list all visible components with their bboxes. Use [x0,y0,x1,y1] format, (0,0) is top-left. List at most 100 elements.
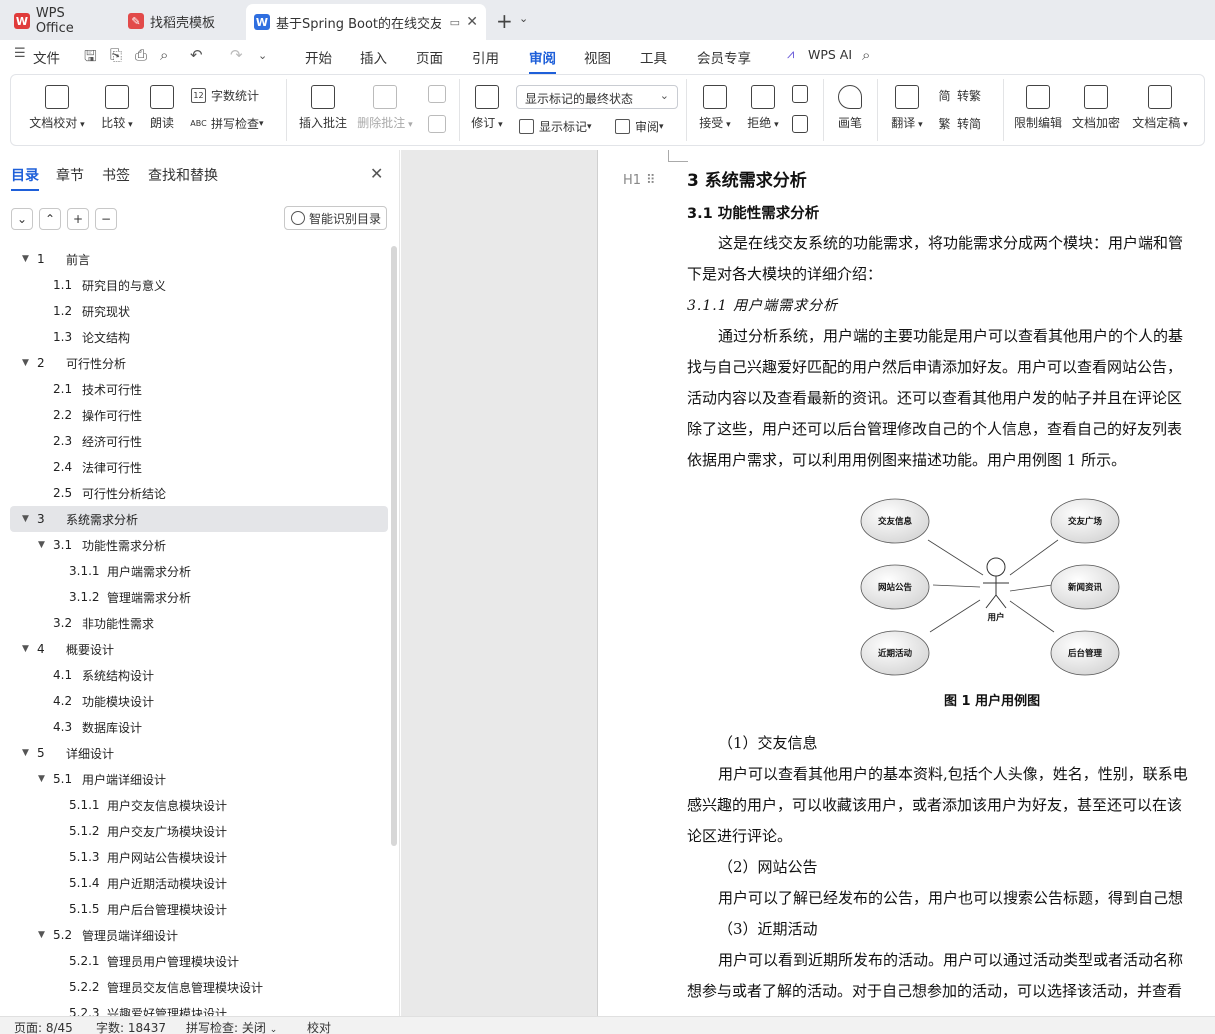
close-icon[interactable]: ✕ [466,14,478,30]
expand-arrow-icon[interactable]: ▼ [22,514,29,524]
revise-button[interactable]: 修订 ▾ [467,85,507,131]
expand-arrow-icon[interactable]: ▼ [38,930,45,940]
toc-item[interactable]: 5.2.1 管理员用户管理模块设计 [10,948,388,974]
toc-item[interactable]: 3.1.2 管理端需求分析 [10,584,388,610]
toc-item[interactable]: 5.1.2 用户交友广场模块设计 [10,818,388,844]
word-count-button[interactable]: 12 字数统计 [191,87,259,104]
encrypt-button[interactable]: 文档加密 [1069,85,1123,131]
read-aloud-button[interactable]: 朗读 [147,85,177,131]
menu-home[interactable]: 开始 [305,47,332,67]
insert-comment-button[interactable]: 插入批注 [297,85,349,131]
search-icon[interactable]: ⌕ [862,46,870,64]
undo-icon[interactable]: ↶ [190,46,203,64]
menu-tools[interactable]: 工具 [640,47,667,67]
expand-arrow-icon[interactable]: ▼ [38,540,45,550]
panel-tab-bookmarks[interactable]: 书签 [102,165,130,185]
share-icon[interactable]: ⎘ [110,46,122,64]
wps-ai-icon[interactable]: ⩘ [787,47,794,62]
toc-item[interactable]: ▼ 5 详细设计 [10,740,388,766]
toc-item[interactable]: 5.1.3 用户网站公告模块设计 [10,844,388,870]
menu-page[interactable]: 页面 [416,47,443,67]
redo-icon[interactable]: ↷ [230,46,243,64]
tab-docer[interactable]: ✎ 找稻壳模板 [120,6,240,36]
accept-button[interactable]: 接受 ▾ [695,85,735,131]
show-markup-button[interactable]: 显示标记 ▾ [519,118,592,135]
save-icon[interactable]: 🖫 [84,46,97,71]
pen-button[interactable]: 画笔 [833,85,867,131]
prev-comment-button[interactable] [425,85,449,108]
next-change-button[interactable] [789,115,811,138]
review-pane-button[interactable]: 审阅 ▾ [615,118,664,135]
toc-item[interactable]: 4.1 系统结构设计 [10,662,388,688]
toc-item[interactable]: 2.5 可行性分析结论 [10,480,388,506]
toc-item[interactable]: 1.2 研究现状 [10,298,388,324]
panel-tab-find-replace[interactable]: 查找和替换 [148,165,218,185]
menu-member[interactable]: 会员专享 [697,47,751,67]
toc-item[interactable]: ▼ 2 可行性分析 [10,350,388,376]
spell-check-button[interactable]: ABC 拼写检查 ▾ [190,115,263,132]
smart-toc-button[interactable]: 智能识别目录 [284,206,387,230]
new-tab-icon[interactable]: + [496,9,513,33]
toc-item[interactable]: 2.2 操作可行性 [10,402,388,428]
print-icon[interactable]: ⎙ [135,46,147,64]
menu-file[interactable]: 文件 [33,47,60,67]
menu-reference[interactable]: 引用 [472,47,499,67]
monitor-icon[interactable]: ▭ [450,16,460,29]
expand-arrow-icon[interactable]: ▼ [22,358,29,368]
expand-arrow-icon[interactable]: ▼ [22,748,29,758]
toc-item[interactable]: 5.1.4 用户近期活动模块设计 [10,870,388,896]
toc-item[interactable]: 5.2.2 管理员交友信息管理模块设计 [10,974,388,1000]
toc-item[interactable]: ▼ 4 概要设计 [10,636,388,662]
panel-tab-sections[interactable]: 章节 [56,165,84,185]
toc-item[interactable]: 2.1 技术可行性 [10,376,388,402]
add-heading-button[interactable]: + [67,208,89,230]
menu-review[interactable]: 审阅 [529,47,556,74]
document-page[interactable]: H1 ⠿ 3 系统需求分析 3.1 功能性需求分析 这是在线交友系统的功能需求，… [597,150,1215,1016]
doc-check-button[interactable]: 文档校对 ▾ [27,85,87,131]
toc-item[interactable]: 3.1.1 用户端需求分析 [10,558,388,584]
use-case-diagram[interactable]: 交友信息 交友广场 网站公告 新闻资讯 近期活动 后台管理 用户 [858,495,1123,685]
chevron-down-icon[interactable]: ⌄ [519,12,528,25]
panel-tab-toc[interactable]: 目录 [11,165,39,191]
drag-handle-icon[interactable]: ⠿ [646,173,656,188]
expand-arrow-icon[interactable]: ▼ [22,644,29,654]
to-traditional-button[interactable]: 简 转繁 [937,87,981,104]
delete-comment-button[interactable]: 删除批注 ▾ [357,85,413,131]
heading-level-marker[interactable]: H1 [623,173,641,188]
chevron-down-icon[interactable]: ⌄ [258,49,267,62]
toc-item[interactable]: 5.1.1 用户交友信息模块设计 [10,792,388,818]
toc-scrollbar[interactable] [391,246,397,846]
toc-item[interactable]: 5.1.5 用户后台管理模块设计 [10,896,388,922]
toc-item[interactable]: 1.1 研究目的与意义 [10,272,388,298]
toc-item[interactable]: 4.2 功能模块设计 [10,688,388,714]
next-comment-button[interactable] [425,115,449,138]
collapse-all-button[interactable]: ⌃ [39,208,61,230]
toc-item[interactable]: 3.2 非功能性需求 [10,610,388,636]
toc-item[interactable]: 5.2.3 兴趣爱好管理模块设计 [10,1000,388,1016]
reject-button[interactable]: 拒绝 ▾ [743,85,783,131]
toc-item[interactable]: ▼ 5.1 用户端详细设计 [10,766,388,792]
toc-item[interactable]: 1.3 论文结构 [10,324,388,350]
spell-check-indicator[interactable]: 拼写检查: 关闭 ⌄ [186,1019,277,1034]
toc-item[interactable]: 4.3 数据库设计 [10,714,388,740]
compare-button[interactable]: 比较 ▾ [95,85,139,131]
word-count-indicator[interactable]: 字数: 18437 [96,1019,166,1034]
menu-view[interactable]: 视图 [584,47,611,67]
restrict-edit-button[interactable]: 限制编辑 [1011,85,1065,131]
toc-item[interactable]: ▼ 3.1 功能性需求分析 [10,532,388,558]
proof-indicator[interactable]: 校对 [307,1019,331,1034]
toc-item[interactable]: ▼ 1 前言 [10,246,388,272]
toc-item[interactable]: ▼ 3 系统需求分析 [10,506,388,532]
finalize-button[interactable]: 文档定稿 ▾ [1129,85,1191,131]
toc-item[interactable]: 2.3 经济可行性 [10,428,388,454]
tab-document[interactable]: W 基于Spring Boot的在线交友系 ▭ ✕ [246,4,486,40]
expand-arrow-icon[interactable]: ▼ [22,254,29,264]
expand-arrow-icon[interactable]: ▼ [38,774,45,784]
close-icon[interactable]: ✕ [370,164,383,183]
translate-button[interactable]: 翻译 ▾ [887,85,927,131]
tab-wps-office[interactable]: W WPS Office [6,6,114,36]
expand-all-button[interactable]: ⌄ [11,208,33,230]
page-indicator[interactable]: 页面: 8/45 [14,1019,73,1034]
menu-insert[interactable]: 插入 [360,47,387,67]
hamburger-icon[interactable]: ☰ [14,46,26,61]
